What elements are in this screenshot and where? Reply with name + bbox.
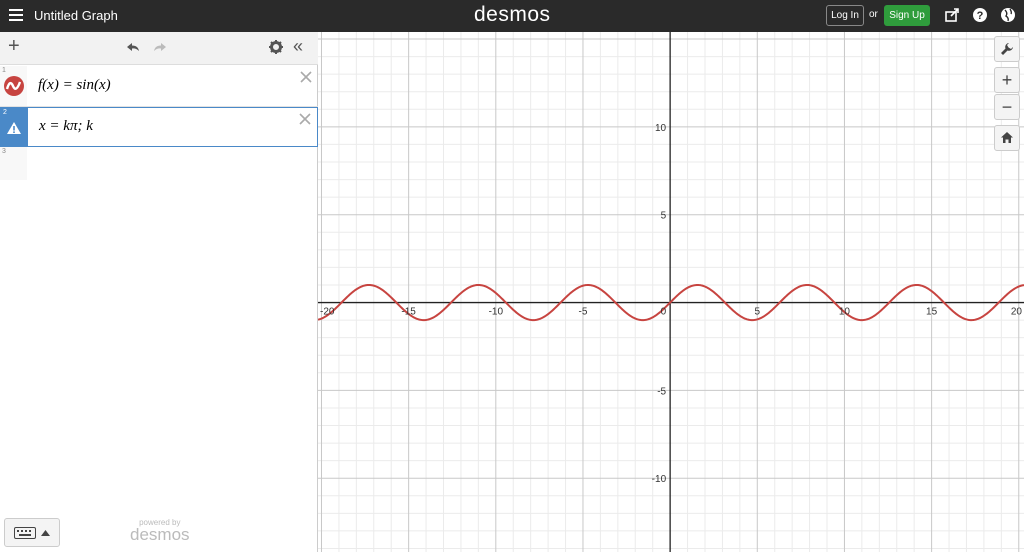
x-tick-label: -20 [320, 307, 335, 318]
zoom-in-button[interactable]: + [994, 67, 1020, 93]
login-button[interactable]: Log In [826, 5, 864, 26]
expression-index: 3 [2, 148, 6, 155]
y-tick-label: -10 [652, 474, 667, 485]
help-icon[interactable]: ? [972, 7, 988, 23]
keyboard-toggle-button[interactable] [4, 518, 60, 547]
top-bar: Untitled Graph desmos Log In or Sign Up … [0, 0, 1024, 32]
expression-gutter[interactable]: 2 [1, 108, 28, 146]
delete-expression-icon[interactable] [299, 112, 311, 125]
expression-gutter[interactable]: 3 [0, 147, 27, 180]
undo-icon[interactable] [125, 40, 141, 58]
expression-index: 1 [2, 67, 6, 74]
brand-logo: desmos [474, 3, 551, 26]
keyboard-icon [14, 527, 36, 539]
expression-math[interactable]: f(x) = sin(x) [38, 77, 111, 94]
x-tick-label: 0 [661, 307, 667, 318]
x-tick-label: 5 [755, 307, 761, 318]
menu-icon[interactable] [9, 9, 23, 21]
graph-settings-button[interactable] [994, 36, 1020, 62]
caret-up-icon [41, 530, 50, 536]
signup-button[interactable]: Sign Up [884, 5, 930, 26]
svg-text:?: ? [977, 10, 984, 22]
collapse-panel-icon[interactable]: « [293, 37, 303, 55]
x-tick-label: 10 [839, 307, 851, 318]
default-viewport-button[interactable] [994, 125, 1020, 151]
expression-row-active[interactable]: 2 x = kπ; k [0, 107, 318, 147]
expression-math[interactable]: x = kπ; k [39, 118, 93, 135]
share-icon[interactable] [944, 7, 960, 23]
curve-color-icon[interactable] [3, 75, 25, 97]
globe-icon[interactable] [1000, 7, 1016, 23]
graph-canvas[interactable]: -20 -15 -10 -5 0 5 10 15 20 10 5 -5 -10 [318, 32, 1024, 552]
or-label: or [869, 9, 878, 20]
empty-expression-row[interactable]: 3 [0, 147, 318, 180]
zoom-out-button[interactable]: − [994, 94, 1020, 120]
x-tick-label: 20 [1011, 307, 1023, 318]
powered-by-brand: desmos [130, 525, 190, 544]
graph-title[interactable]: Untitled Graph [34, 8, 118, 23]
x-tick-label: 15 [926, 307, 938, 318]
y-tick-label: 5 [661, 211, 667, 222]
warning-icon[interactable] [6, 121, 22, 135]
graph-paper[interactable]: -20 -15 -10 -5 0 5 10 15 20 10 5 -5 -10 [318, 32, 1024, 552]
expression-row[interactable]: 1 f(x) = sin(x) [0, 66, 318, 107]
wrench-icon [1001, 43, 1013, 55]
expression-panel: + « 1 f(x) = sin(x) 2 x = kπ; k 3 powere… [0, 32, 318, 552]
expression-gutter[interactable]: 1 [0, 66, 27, 106]
y-tick-label: 10 [655, 123, 667, 134]
expression-index: 2 [3, 109, 7, 116]
x-tick-label: -5 [579, 307, 588, 318]
add-item-icon[interactable]: + [8, 36, 20, 56]
expression-toolbar: + « [0, 32, 318, 65]
powered-by-desmos[interactable]: powered by desmos [130, 518, 190, 545]
x-tick-label: -10 [489, 307, 504, 318]
delete-expression-icon[interactable] [300, 70, 312, 83]
y-tick-label: -5 [657, 386, 666, 397]
x-tick-label: -15 [401, 307, 416, 318]
redo-icon[interactable] [152, 40, 168, 58]
home-icon [1001, 132, 1013, 143]
settings-gear-icon[interactable] [269, 40, 283, 58]
